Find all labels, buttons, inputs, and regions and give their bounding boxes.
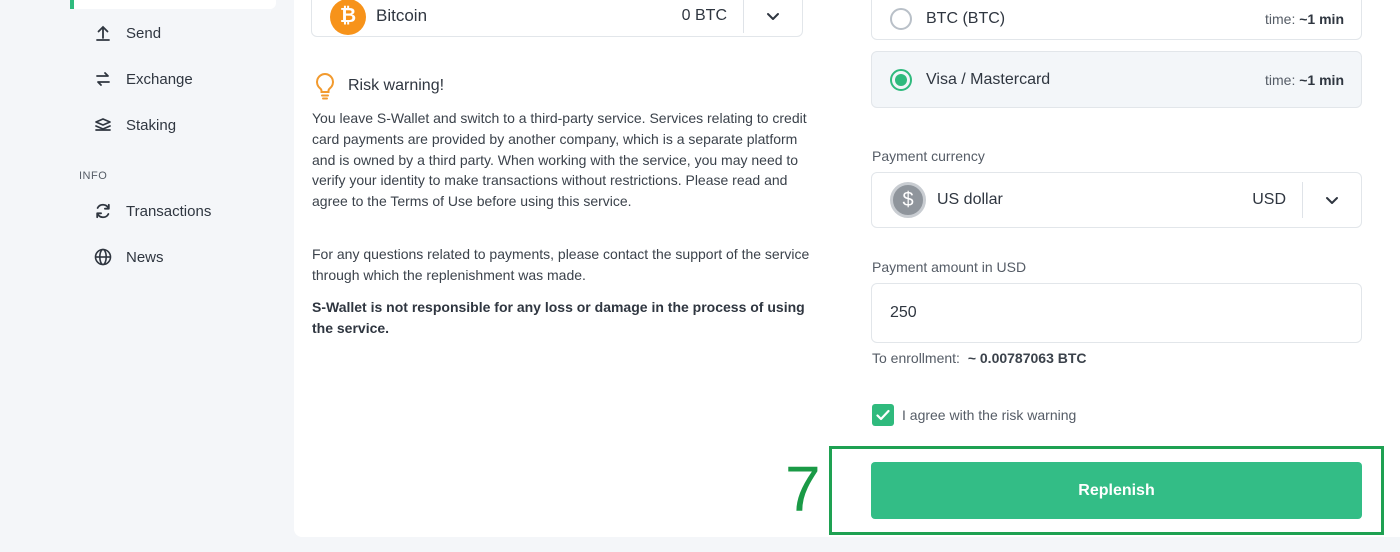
chevron-down-icon[interactable] bbox=[744, 11, 802, 21]
agree-label: I agree with the risk warning bbox=[902, 407, 1077, 423]
staking-stack-icon bbox=[90, 114, 116, 136]
payment-method-name: BTC (BTC) bbox=[926, 10, 1006, 27]
sidebar-item-transactions[interactable]: Transactions bbox=[90, 196, 211, 226]
payment-method-time: time: ~1 min bbox=[1265, 71, 1344, 88]
sidebar-item-news[interactable]: News bbox=[90, 242, 164, 272]
refresh-icon bbox=[90, 200, 116, 222]
risk-warning-title: Risk warning! bbox=[348, 77, 445, 94]
sidebar-item-label: News bbox=[126, 248, 164, 266]
exchange-arrows-icon bbox=[90, 68, 116, 90]
payment-method-name: Visa / Mastercard bbox=[926, 70, 1051, 88]
sidebar-item-label: Exchange bbox=[126, 70, 193, 88]
payment-method-btc[interactable]: BTC (BTC) time: ~1 min bbox=[871, 0, 1362, 40]
upload-icon bbox=[90, 22, 116, 44]
payment-method-card[interactable]: Visa / Mastercard time: ~1 min bbox=[871, 51, 1362, 108]
sidebar: Send Exchange Staking INFO Transactions bbox=[0, 0, 280, 552]
enrollment-label: To enrollment: bbox=[872, 350, 960, 366]
radio-button[interactable] bbox=[890, 8, 912, 30]
currency-name: US dollar bbox=[937, 191, 1003, 208]
currency-code: USD bbox=[1252, 191, 1286, 208]
sidebar-section-label: INFO bbox=[79, 170, 108, 182]
risk-warning-heading: Risk warning! bbox=[312, 72, 444, 100]
payment-amount-label: Payment amount in USD bbox=[872, 259, 1027, 275]
lightbulb-icon bbox=[312, 72, 338, 100]
risk-warning-paragraph: For any questions related to payments, p… bbox=[312, 246, 810, 283]
checkbox-checked[interactable] bbox=[872, 404, 894, 426]
sidebar-item-send[interactable]: Send bbox=[90, 18, 161, 48]
coin-balance: 0 BTC bbox=[681, 6, 727, 24]
enrollment-info: To enrollment: ~ 0.00787063 BTC bbox=[872, 350, 1087, 366]
annotation-step-number: 7 bbox=[785, 453, 821, 525]
replenish-button[interactable]: Replenish bbox=[871, 462, 1362, 519]
radio-button-selected[interactable] bbox=[890, 68, 912, 91]
chevron-down-icon[interactable] bbox=[1303, 195, 1361, 205]
payment-method-time: time: ~1 min bbox=[1265, 11, 1344, 27]
agree-risk-checkbox-row[interactable]: I agree with the risk warning bbox=[872, 404, 1076, 426]
sidebar-active-indicator bbox=[70, 0, 74, 9]
bitcoin-logo-icon: ₿ bbox=[330, 0, 366, 35]
sidebar-item-label: Staking bbox=[126, 116, 177, 134]
risk-warning-paragraph: You leave S-Wallet and switch to a third… bbox=[312, 110, 807, 210]
sidebar-item-label: Transactions bbox=[126, 202, 212, 220]
enrollment-value: ~ 0.00787063 BTC bbox=[967, 350, 1087, 366]
sidebar-active-item[interactable] bbox=[70, 0, 276, 9]
sidebar-item-exchange[interactable]: Exchange bbox=[90, 64, 193, 94]
sidebar-item-staking[interactable]: Staking bbox=[90, 110, 176, 140]
sidebar-item-label: Send bbox=[126, 24, 162, 42]
risk-warning-disclaimer: S-Wallet is not responsible for any loss… bbox=[312, 299, 805, 336]
currency-select[interactable]: $ US dollar USD bbox=[871, 172, 1362, 228]
coin-select[interactable]: ₿ Bitcoin 0 BTC bbox=[311, 0, 803, 37]
coin-name: Bitcoin bbox=[376, 5, 428, 25]
dollar-coin-icon: $ bbox=[890, 182, 926, 218]
payment-amount-input[interactable] bbox=[871, 283, 1362, 343]
globe-icon bbox=[90, 246, 116, 268]
payment-currency-label: Payment currency bbox=[872, 148, 985, 164]
